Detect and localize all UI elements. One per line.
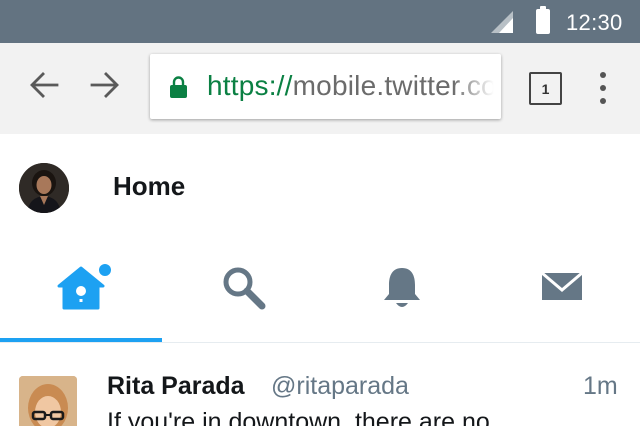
tab-count: 1 <box>541 80 550 97</box>
menu-dot <box>600 85 606 91</box>
back-button[interactable] <box>27 68 61 102</box>
overflow-menu-icon <box>600 72 606 78</box>
search-icon <box>223 267 266 310</box>
page-title: Home <box>113 171 186 201</box>
menu-dot <box>600 98 606 104</box>
url-fade <box>453 54 501 119</box>
forward-arrow-icon <box>90 72 119 98</box>
lock-icon <box>170 76 187 98</box>
signal-icon <box>491 11 513 33</box>
tweet-timestamp[interactable]: 1m <box>583 372 618 401</box>
url-scheme: https:// <box>207 70 293 101</box>
url-bar[interactable]: https://mobile.twitter.co <box>150 54 501 119</box>
overflow-menu-button[interactable] <box>593 70 613 106</box>
tab-notifications[interactable] <box>381 258 423 318</box>
forward-button[interactable] <box>88 68 122 102</box>
tweet-avatar[interactable] <box>19 376 77 426</box>
birdhouse-icon <box>57 264 111 310</box>
tab-search[interactable] <box>221 258 267 318</box>
status-time: 12:30 <box>566 10 623 35</box>
battery-icon <box>536 6 550 34</box>
tweet-author-name[interactable]: Rita Parada <box>107 372 245 401</box>
tabs-button[interactable]: 1 <box>529 72 562 105</box>
envelope-icon <box>541 271 583 300</box>
tweet-avatar-image <box>19 376 77 426</box>
tweet-text: If you're in downtown, there are no <box>107 408 490 426</box>
browser-toolbar: https://mobile.twitter.co 1 <box>0 43 640 134</box>
tab-messages[interactable] <box>540 258 584 318</box>
profile-avatar[interactable] <box>19 163 69 213</box>
tab-divider <box>0 342 640 343</box>
bell-icon <box>384 268 420 307</box>
tweet-author-handle[interactable]: @ritaparada <box>271 372 409 401</box>
back-arrow-icon <box>30 72 59 98</box>
avatar-image <box>19 163 69 213</box>
status-bar: 12:30 <box>0 0 640 43</box>
tab-home[interactable] <box>56 258 116 318</box>
